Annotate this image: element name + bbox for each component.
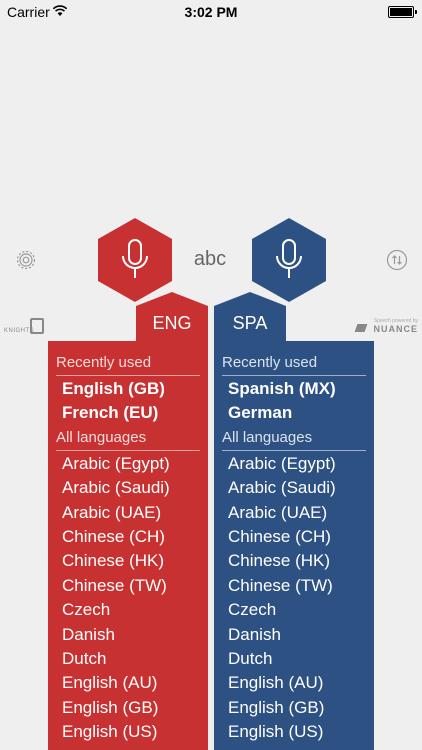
language-list-item[interactable]: English (US) — [214, 720, 374, 744]
language-list-item[interactable]: Chinese (HK) — [214, 549, 374, 573]
text-input-toggle[interactable]: abc — [182, 248, 238, 271]
all-languages-header: All languages — [48, 426, 208, 452]
language-list-item[interactable]: English (AU) — [214, 671, 374, 695]
language-list-item[interactable]: Czech — [48, 598, 208, 622]
all-languages-header: All languages — [214, 426, 374, 452]
language-list-item[interactable]: Chinese (TW) — [48, 574, 208, 598]
battery-icon — [388, 6, 417, 18]
language-list-item[interactable]: Arabic (Egypt) — [48, 452, 208, 476]
language-list-item[interactable]: Chinese (TW) — [214, 574, 374, 598]
language-list-item[interactable]: Arabic (Egypt) — [214, 452, 374, 476]
language-list-item[interactable]: French (EU) — [48, 401, 208, 425]
language-list-item[interactable]: English (US) — [48, 720, 208, 744]
language-list-item[interactable]: Arabic (Saudi) — [48, 476, 208, 500]
status-time: 3:02 PM — [184, 4, 238, 20]
source-language-list[interactable]: Recently used English (GB) French (EU) Al… — [48, 341, 208, 750]
target-language-list[interactable]: Recently used Spanish (MX) German All lan… — [214, 341, 374, 750]
language-list-item[interactable]: German — [214, 401, 374, 425]
recent-header: Recently used — [48, 351, 208, 377]
language-list-item[interactable]: Chinese (HK) — [48, 549, 208, 573]
language-list-item[interactable]: Danish — [48, 623, 208, 647]
nuance-logo: Speech powered by NUANCE — [354, 318, 418, 334]
swap-arrows-icon[interactable] — [385, 248, 409, 272]
language-list-item[interactable]: Chinese (CH) — [214, 525, 374, 549]
language-list-item[interactable]: Chinese (CH) — [48, 525, 208, 549]
language-list-item[interactable]: Arabic (UAE) — [48, 501, 208, 525]
language-list-item[interactable]: Arabic (UAE) — [214, 501, 374, 525]
language-list-item[interactable]: Arabic (Saudi) — [214, 476, 374, 500]
target-mic-button[interactable] — [252, 218, 326, 302]
status-bar: Carrier 3:02 PM — [0, 0, 422, 24]
source-mic-button[interactable] — [98, 218, 172, 302]
language-list-item[interactable]: Danish — [214, 623, 374, 647]
language-list-item[interactable]: English (AU) — [48, 671, 208, 695]
language-list-item[interactable]: Dutch — [214, 647, 374, 671]
language-list-item[interactable]: English (GB) — [214, 696, 374, 720]
language-list-item[interactable]: Spanish (MX) — [214, 377, 374, 401]
language-list-item[interactable]: English (GB) — [48, 696, 208, 720]
gear-icon[interactable] — [14, 248, 38, 272]
language-list-item[interactable]: English (GB) — [48, 377, 208, 401]
recent-header: Recently used — [214, 351, 374, 377]
developer-logo: KNIGHTS — [4, 316, 44, 338]
language-list-item[interactable]: Dutch — [48, 647, 208, 671]
language-list-item[interactable]: Czech — [214, 598, 374, 622]
